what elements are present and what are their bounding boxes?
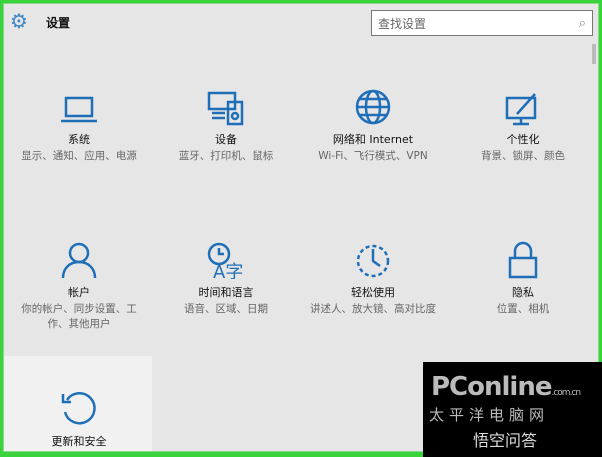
globe-icon [298, 84, 448, 126]
search-icon[interactable]: ⌕ [579, 16, 586, 31]
tile-desc: 蓝牙、打印机、鼠标 [178, 150, 274, 162]
tile-personalization[interactable]: 个性化 背景、锁屏、颜色 [448, 84, 598, 164]
tile-system[interactable]: 系统 显示、通知、应用、电源 [4, 84, 154, 164]
page-title: 设置 [46, 16, 71, 30]
tile-desc: 语音、区域、日期 [184, 303, 268, 315]
ease-of-access-icon [298, 237, 448, 279]
tile-time-language[interactable]: A字 时间和语言 语音、区域、日期 [151, 237, 301, 317]
tile-label: 轻松使用 [351, 286, 395, 299]
scrollbar[interactable] [592, 44, 596, 64]
tile-label: 个性化 [506, 133, 540, 146]
person-icon [4, 237, 154, 279]
pconline-watermark-logo: PConline.com.cn 太平洋电脑网 悟空问答 [423, 362, 602, 457]
tile-desc: 讲述人、放大镜、高对比度 [310, 303, 436, 315]
watermark-domain: .com.cn [551, 388, 581, 398]
laptop-icon [4, 84, 154, 126]
tile-label: 隐私 [512, 286, 534, 299]
tile-desc: 你的帐户、同步设置、工作、其他用户 [21, 303, 137, 330]
tile-update-security[interactable]: 更新和安全 [4, 386, 154, 449]
watermark-cn-name: 太平洋电脑网 [429, 406, 550, 424]
tile-label: 更新和安全 [51, 435, 107, 448]
search-placeholder: 查找设置 [378, 16, 427, 31]
tile-label: 网络和 Internet [332, 133, 414, 146]
search-input[interactable]: 查找设置 ⌕ [371, 10, 593, 36]
tile-desc: 背景、锁屏、颜色 [481, 150, 565, 162]
watermark-qa: 悟空问答 [473, 431, 538, 450]
update-icon [4, 386, 154, 428]
tile-ease-of-access[interactable]: 轻松使用 讲述人、放大镜、高对比度 [298, 237, 448, 317]
watermark-brand: PConline [431, 372, 552, 402]
tile-accounts[interactable]: 帐户 你的帐户、同步设置、工作、其他用户 [4, 237, 154, 332]
devices-icon [151, 84, 301, 126]
tile-label: 设备 [215, 133, 237, 146]
lock-icon [448, 237, 598, 279]
tile-label: 时间和语言 [198, 286, 254, 299]
personalization-icon [448, 84, 598, 126]
tile-devices[interactable]: 设备 蓝牙、打印机、鼠标 [151, 84, 301, 164]
time-language-icon: A字 [151, 237, 301, 279]
tile-network[interactable]: 网络和 Internet Wi-Fi、飞行模式、VPN [298, 84, 448, 164]
tile-privacy[interactable]: 隐私 位置、相机 [448, 237, 598, 317]
tile-label: 系统 [68, 133, 90, 146]
tile-label: 帐户 [68, 286, 90, 299]
gear-icon: ⚙ [10, 9, 28, 33]
tile-desc: 显示、通知、应用、电源 [21, 150, 137, 162]
tile-desc: 位置、相机 [496, 303, 550, 315]
svg-text:A字: A字 [213, 262, 243, 279]
tile-desc: Wi-Fi、飞行模式、VPN [318, 150, 428, 162]
